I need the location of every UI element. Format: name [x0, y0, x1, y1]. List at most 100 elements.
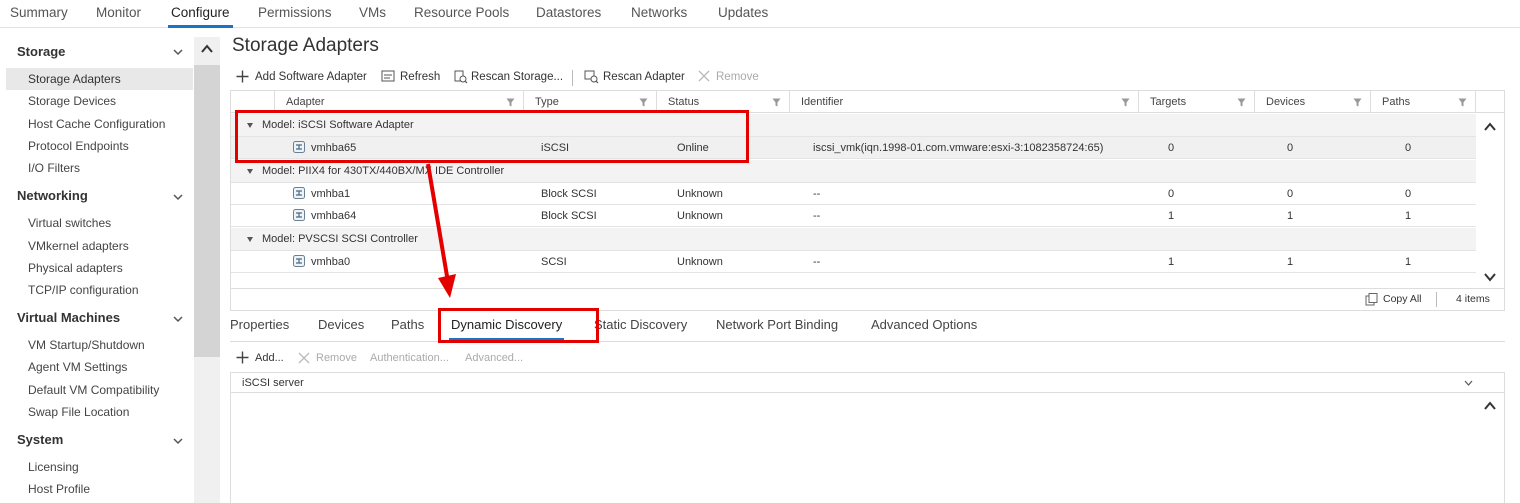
group-row-pvscsi[interactable]: Model: PVSCSI SCSI Controller — [231, 228, 1476, 251]
authentication-button[interactable]: Authentication... — [370, 350, 449, 366]
cell-paths: 1 — [1405, 256, 1412, 268]
sidebar-item-vmkernel-adapters[interactable]: VMkernel adapters — [6, 235, 193, 257]
filter-icon[interactable] — [1237, 98, 1246, 107]
rescan-adapter-label: Rescan Adapter — [603, 71, 685, 83]
sidebar-item-tcpip-configuration[interactable]: TCP/IP configuration — [6, 279, 193, 301]
cell-status: Unknown — [677, 188, 723, 200]
cell-paths: 0 — [1405, 188, 1412, 200]
column-header-label: Devices — [1266, 96, 1306, 108]
plus-icon — [236, 70, 249, 83]
group-label: Model: PIIX4 for 430TX/440BX/MX IDE Cont… — [262, 165, 505, 177]
chevron-down-icon[interactable] — [172, 313, 184, 325]
cell-status: Unknown — [677, 210, 723, 222]
chevron-down-icon[interactable] — [172, 435, 184, 447]
column-header-paths[interactable]: Paths — [1371, 91, 1476, 113]
column-header-devices[interactable]: Devices — [1255, 91, 1371, 113]
tab-datastores[interactable]: Datastores — [536, 5, 601, 20]
sidebar-group-networking[interactable]: Networking — [17, 188, 88, 203]
sidebar-item-physical-adapters[interactable]: Physical adapters — [6, 257, 193, 279]
sidebar-scrollbar[interactable] — [194, 37, 220, 503]
add-software-adapter-button[interactable]: Add Software Adapter — [236, 68, 371, 86]
tab-properties[interactable]: Properties — [230, 317, 289, 332]
cell-paths: 0 — [1405, 142, 1412, 154]
cell-type: Block SCSI — [541, 188, 597, 200]
filter-icon[interactable] — [772, 98, 781, 107]
tab-permissions[interactable]: Permissions — [258, 5, 332, 20]
cell-devices: 0 — [1287, 188, 1294, 200]
collapse-triangle-icon[interactable] — [247, 237, 253, 242]
column-header-label: Identifier — [801, 96, 844, 108]
iscsi-server-column-header[interactable]: iSCSI server — [231, 373, 1504, 393]
scroll-down-icon[interactable] — [1483, 272, 1497, 282]
chevron-down-icon[interactable] — [172, 46, 184, 58]
sidebar-scroll-thumb[interactable] — [194, 65, 220, 357]
advanced-button[interactable]: Advanced... — [465, 350, 523, 366]
storage-adapter-icon — [293, 187, 305, 199]
tab-vms[interactable]: VMs — [359, 5, 386, 20]
copy-icon[interactable] — [1365, 293, 1379, 306]
scroll-up-icon[interactable] — [200, 43, 214, 55]
filter-icon[interactable] — [1353, 98, 1362, 107]
filter-icon[interactable] — [506, 98, 515, 107]
tab-resource-pools[interactable]: Resource Pools — [414, 5, 509, 20]
filter-icon[interactable] — [639, 98, 648, 107]
tab-devices[interactable]: Devices — [318, 317, 364, 332]
sidebar-item-io-filters[interactable]: I/O Filters — [6, 157, 193, 179]
grid-scrollbar[interactable] — [1476, 114, 1504, 288]
sidebar-item-virtual-switches[interactable]: Virtual switches — [6, 212, 193, 234]
filter-icon[interactable] — [1458, 98, 1467, 107]
tab-summary[interactable]: Summary — [10, 5, 68, 20]
sidebar-group-storage[interactable]: Storage — [17, 44, 65, 59]
rescan-storage-icon — [454, 70, 468, 84]
collapse-triangle-icon[interactable] — [247, 169, 253, 174]
sidebar-item-storage-devices[interactable]: Storage Devices — [6, 90, 193, 112]
sidebar-item-vm-startup-shutdown[interactable]: VM Startup/Shutdown — [6, 334, 193, 356]
tab-monitor[interactable]: Monitor — [96, 5, 141, 20]
sidebar-group-system[interactable]: System — [17, 432, 63, 447]
sidebar-group-virtual-machines[interactable]: Virtual Machines — [17, 310, 120, 325]
rescan-adapter-button[interactable]: Rescan Adapter — [584, 68, 688, 86]
remove-target-button[interactable]: Remove — [298, 350, 360, 366]
cell-targets: 0 — [1168, 188, 1175, 200]
tab-configure[interactable]: Configure — [168, 5, 233, 28]
refresh-label: Refresh — [400, 71, 441, 83]
chevron-down-icon[interactable] — [1464, 379, 1473, 387]
sidebar-item-swap-file-location[interactable]: Swap File Location — [6, 401, 193, 423]
filter-icon[interactable] — [1121, 98, 1130, 107]
configure-sidebar: Storage Storage Adapters Storage Devices… — [0, 29, 193, 503]
sidebar-item-protocol-endpoints[interactable]: Protocol Endpoints — [6, 135, 193, 157]
chevron-down-icon[interactable] — [172, 191, 184, 203]
refresh-icon — [381, 70, 395, 82]
add-target-button[interactable]: Add... — [236, 350, 288, 366]
table-row[interactable]: vmhba64 Block SCSI Unknown -- 1 1 1 — [231, 205, 1476, 227]
scroll-up-icon[interactable] — [1483, 122, 1497, 132]
sidebar-item-licensing[interactable]: Licensing — [6, 456, 193, 478]
scroll-up-icon[interactable] — [1483, 401, 1497, 411]
cell-adapter: vmhba64 — [311, 210, 357, 222]
tab-updates[interactable]: Updates — [718, 5, 768, 20]
tab-network-port-binding[interactable]: Network Port Binding — [716, 317, 838, 332]
rescan-storage-button[interactable]: Rescan Storage... — [454, 68, 564, 86]
storage-adapter-icon — [293, 255, 305, 267]
sidebar-item-host-profile[interactable]: Host Profile — [6, 478, 193, 500]
sidebar-item-agent-vm-settings[interactable]: Agent VM Settings — [6, 356, 193, 378]
remove-adapter-button[interactable]: Remove — [698, 68, 760, 86]
sidebar-item-host-cache[interactable]: Host Cache Configuration — [6, 113, 193, 135]
table-row[interactable]: vmhba0 SCSI Unknown -- 1 1 1 — [231, 251, 1476, 273]
table-row[interactable]: vmhba1 Block SCSI Unknown -- 0 0 0 — [231, 183, 1476, 205]
group-row-piix4[interactable]: Model: PIIX4 for 430TX/440BX/MX IDE Cont… — [231, 160, 1476, 183]
cell-type: SCSI — [541, 256, 567, 268]
cell-identifier: -- — [813, 256, 821, 268]
sidebar-item-default-vm-compatibility[interactable]: Default VM Compatibility — [6, 379, 193, 401]
refresh-button[interactable]: Refresh — [381, 68, 443, 86]
copy-all-button[interactable]: Copy All — [1383, 293, 1422, 305]
tab-static-discovery[interactable]: Static Discovery — [594, 317, 687, 332]
column-header-targets[interactable]: Targets — [1139, 91, 1255, 113]
highlight-iscsi-adapter-box — [235, 110, 749, 163]
sidebar-item-storage-adapters[interactable]: Storage Adapters — [6, 68, 193, 90]
tab-advanced-options[interactable]: Advanced Options — [871, 317, 977, 332]
column-header-identifier[interactable]: Identifier — [790, 91, 1139, 113]
rescan-adapter-icon — [584, 70, 599, 84]
tab-networks[interactable]: Networks — [631, 5, 687, 20]
tab-paths[interactable]: Paths — [391, 317, 424, 332]
